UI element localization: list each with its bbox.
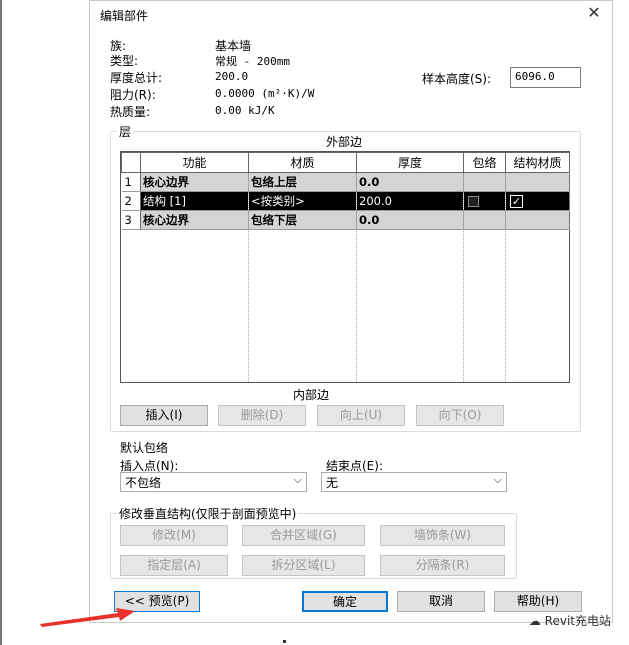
modify-button[interactable]: 修改(M) xyxy=(120,525,228,546)
split-region-button[interactable]: 拆分区域(L) xyxy=(242,555,365,576)
layer-material-cell[interactable]: 包络上层 xyxy=(248,172,357,192)
layers-legend: 层 xyxy=(117,123,134,140)
watermark: ☁ Revit充电站 xyxy=(529,612,611,629)
cancel-button[interactable]: 取消 xyxy=(397,591,485,612)
insert-point-select[interactable]: 不包络 ⌵ xyxy=(120,472,307,492)
interior-side-label: 内部边 xyxy=(293,388,330,402)
stray-dot xyxy=(283,640,286,643)
column-header-structural-material[interactable]: 结构材质 xyxy=(505,152,570,173)
thermal-mass-value: 0.00 kJ/K xyxy=(215,104,275,117)
column-header-material[interactable]: 材质 xyxy=(248,152,357,173)
ok-button[interactable]: 确定 xyxy=(302,591,388,612)
wechat-icon: ☁ xyxy=(528,614,541,628)
layer-material-cell[interactable]: <按类别> xyxy=(248,191,357,211)
type-value: 常规 - 200mm xyxy=(215,55,290,68)
edit-assembly-dialog: 编辑部件 ✕ 族: 基本墙 类型: 常规 - 200mm 厚度总计: 200.0… xyxy=(89,0,613,623)
dialog-title: 编辑部件 xyxy=(100,9,149,23)
move-up-button[interactable]: 向上(U) xyxy=(317,405,405,426)
row-number: 2 xyxy=(121,191,141,211)
move-down-button[interactable]: 向下(O) xyxy=(416,405,504,426)
layer-structural-cell xyxy=(505,172,570,192)
sample-height-input[interactable]: 6096.0 xyxy=(510,67,581,88)
arrow-shape xyxy=(40,608,135,627)
assign-layers-button[interactable]: 指定层(A) xyxy=(120,555,228,576)
insert-point-value: 不包络 xyxy=(125,476,162,490)
corner-header xyxy=(121,152,141,173)
wraps-checkbox[interactable] xyxy=(468,196,479,207)
column-header-thickness[interactable]: 厚度 xyxy=(356,152,464,173)
table-row-selected[interactable]: 2 结构 [1] <按类别> 200.0 ✓ xyxy=(121,191,570,211)
chevron-down-icon: ⌵ xyxy=(293,473,302,486)
structural-material-checkbox[interactable]: ✓ xyxy=(510,195,523,208)
help-button[interactable]: 帮助(H) xyxy=(494,591,582,612)
sweeps-button[interactable]: 墙饰条(W) xyxy=(380,525,505,546)
layer-function-cell[interactable]: 结构 [1] xyxy=(140,191,249,211)
end-point-value: 无 xyxy=(326,476,339,490)
end-point-select[interactable]: 无 ⌵ xyxy=(321,472,507,492)
row-number: 3 xyxy=(121,210,141,230)
default-wrapping-legend: 默认包络 xyxy=(120,441,169,455)
merge-regions-button[interactable]: 合并区域(G) xyxy=(242,525,365,546)
row-number: 1 xyxy=(121,172,141,192)
watermark-text: Revit充电站 xyxy=(544,614,611,628)
modify-structure-legend: 修改垂直结构(仅限于剖面预览中) xyxy=(117,505,299,522)
thickness-label: 厚度总计: xyxy=(110,71,163,85)
chevron-down-icon: ⌵ xyxy=(493,473,502,486)
column-header-wraps[interactable]: 包络 xyxy=(463,152,506,173)
table-row[interactable]: 1 核心边界 包络上层 0.0 xyxy=(121,172,570,192)
resistance-value: 0.0000 (m²·K)/W xyxy=(215,87,315,100)
delete-button[interactable]: 删除(D) xyxy=(218,405,306,426)
layer-material-cell[interactable]: 包络下层 xyxy=(248,210,357,230)
layer-structural-cell xyxy=(505,210,570,230)
layer-thickness-cell[interactable]: 200.0 xyxy=(356,191,464,211)
table-header-row: 功能 材质 厚度 包络 结构材质 xyxy=(121,152,570,173)
resistance-label: 阻力(R): xyxy=(110,88,156,102)
reveals-button[interactable]: 分隔条(R) xyxy=(380,555,505,576)
type-label: 类型: xyxy=(110,54,139,68)
layer-thickness-cell[interactable]: 0.0 xyxy=(356,172,464,192)
exterior-side-label: 外部边 xyxy=(326,135,363,149)
family-value: 基本墙 xyxy=(215,39,252,53)
layer-wraps-cell[interactable] xyxy=(463,191,506,211)
layer-wraps-cell xyxy=(463,210,506,230)
left-window-edge xyxy=(0,0,2,645)
column-header-function[interactable]: 功能 xyxy=(140,152,249,173)
close-icon[interactable]: ✕ xyxy=(584,3,604,22)
thermal-mass-label: 热质量: xyxy=(110,105,151,119)
layer-structural-cell[interactable]: ✓ xyxy=(505,191,570,211)
layer-wraps-cell xyxy=(463,172,506,192)
insert-button[interactable]: 插入(I) xyxy=(120,405,208,426)
layers-table[interactable]: 功能 材质 厚度 包络 结构材质 1 核心边界 包络上层 0.0 2 结构 [1… xyxy=(120,151,570,383)
sample-height-label: 样本高度(S): xyxy=(422,72,492,86)
thickness-value: 200.0 xyxy=(215,70,249,83)
table-row[interactable]: 3 核心边界 包络下层 0.0 xyxy=(121,210,570,230)
layer-thickness-cell[interactable]: 0.0 xyxy=(356,210,464,230)
layer-function-cell[interactable]: 核心边界 xyxy=(140,210,249,230)
layer-function-cell[interactable]: 核心边界 xyxy=(140,172,249,192)
red-arrow-icon xyxy=(40,608,135,627)
